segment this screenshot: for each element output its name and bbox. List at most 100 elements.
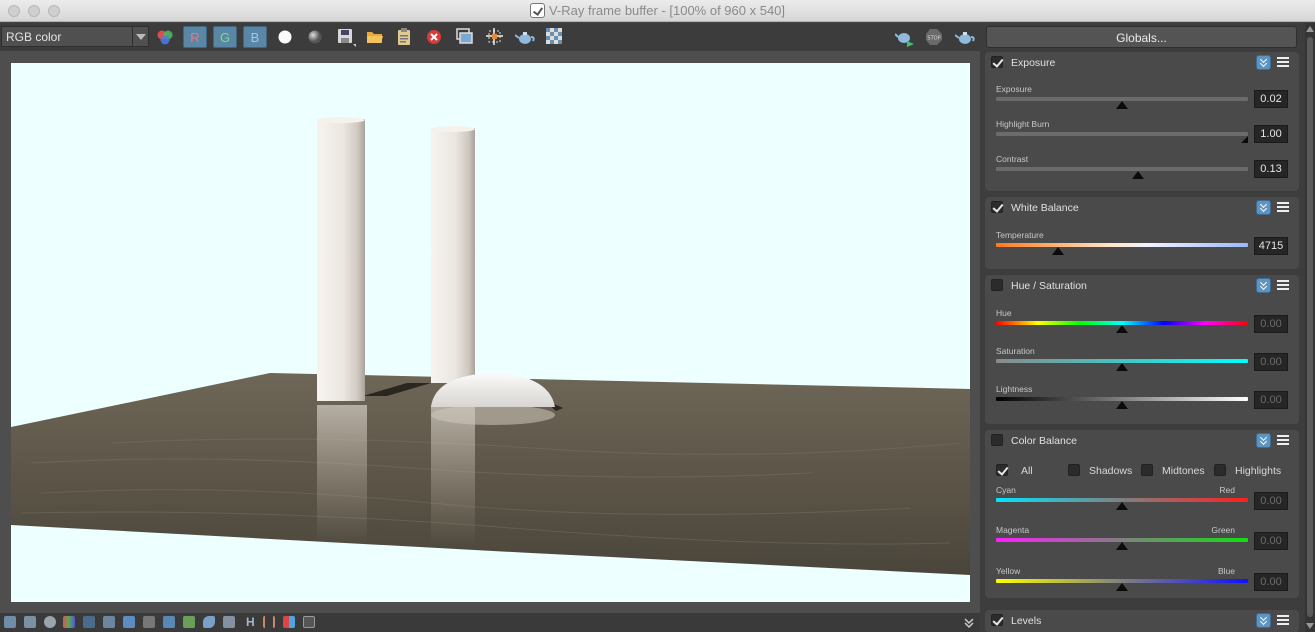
saturation-slider-thumb[interactable]	[1116, 363, 1128, 371]
yellow-blue-slider-thumb[interactable]	[1116, 583, 1128, 591]
hue-label[interactable]: H	[246, 615, 255, 629]
color-balance-header: Color Balance	[985, 430, 1299, 452]
temperature-slider-thumb[interactable]	[1052, 247, 1064, 255]
exposure-value[interactable]: 0.02	[1254, 90, 1288, 108]
highlight-burn-value[interactable]: 1.00	[1254, 125, 1288, 143]
hue-saturation-header: Hue / Saturation	[985, 275, 1299, 297]
save-icon[interactable]	[337, 28, 357, 48]
contrast-value[interactable]: 0.13	[1254, 160, 1288, 178]
lut-icon[interactable]	[223, 616, 235, 628]
compare-icon[interactable]	[263, 616, 275, 628]
cyan-red-value[interactable]: 0.00	[1254, 492, 1288, 510]
collapse-icon[interactable]	[1256, 278, 1271, 293]
clipboard-icon[interactable]	[396, 28, 412, 46]
cyan-red-slider-thumb[interactable]	[1116, 502, 1128, 510]
stop-icon[interactable]: STOP	[925, 28, 943, 46]
white-balance-enable-checkbox[interactable]	[991, 201, 1003, 213]
panel-scrollbar[interactable]	[1305, 23, 1315, 632]
color-balance-section: Color Balance All Shadows Midtones Highl…	[985, 430, 1299, 598]
contrast-label: Contrast	[996, 154, 1029, 164]
green-label: Green	[1211, 525, 1235, 535]
exposure-enable-checkbox[interactable]	[991, 56, 1003, 68]
all-option-checkbox[interactable]	[996, 464, 1008, 476]
saturation-label: Saturation	[996, 346, 1035, 356]
checker-icon[interactable]	[546, 28, 564, 46]
history-icon[interactable]	[4, 616, 16, 628]
menu-icon[interactable]	[1277, 615, 1289, 625]
lightness-slider-thumb[interactable]	[1116, 401, 1128, 409]
hsl-icon[interactable]	[83, 616, 95, 628]
render-image[interactable]	[11, 63, 970, 602]
levels-icon[interactable]	[103, 616, 115, 628]
scroll-down-icon[interactable]	[1306, 623, 1314, 629]
save-history-icon[interactable]	[24, 616, 36, 628]
contrast-slider-thumb[interactable]	[1132, 171, 1144, 179]
globals-button[interactable]: Globals...	[986, 26, 1297, 48]
duplicate-icon[interactable]	[456, 28, 474, 46]
color-correction-icon[interactable]	[156, 29, 174, 47]
green-channel-button[interactable]: G	[213, 26, 237, 48]
menu-icon[interactable]	[1277, 202, 1289, 212]
exposure-icon[interactable]	[163, 616, 175, 628]
color-balance-enable-checkbox[interactable]	[991, 434, 1003, 446]
info-icon[interactable]	[44, 616, 56, 628]
contrast-slider[interactable]	[996, 167, 1248, 171]
collapse-icon[interactable]	[1256, 55, 1271, 70]
all-option-label: All	[1021, 465, 1033, 477]
temperature-slider[interactable]	[996, 243, 1248, 247]
highlight-burn-slider-thumb[interactable]	[1241, 136, 1248, 143]
red-channel-button[interactable]: R	[183, 26, 207, 48]
curves-icon[interactable]	[203, 616, 215, 628]
levels-enable-checkbox[interactable]	[991, 614, 1003, 626]
highlights-option-label: Highlights	[1235, 465, 1282, 477]
title-bar: V-Ray frame buffer - [100% of 960 x 540]	[0, 0, 1315, 22]
expand-icon[interactable]	[963, 617, 975, 629]
region-icon[interactable]	[486, 28, 504, 46]
channel-select[interactable]: RGB color	[1, 26, 149, 47]
blue-channel-button[interactable]: B	[243, 26, 267, 48]
highlights-option-checkbox[interactable]	[1214, 464, 1226, 476]
hue-slider-thumb[interactable]	[1116, 325, 1128, 333]
window-title: V-Ray frame buffer - [100% of 960 x 540]	[548, 3, 786, 18]
color-corrections-icon[interactable]	[63, 616, 75, 628]
menu-icon[interactable]	[1277, 435, 1289, 445]
temperature-value[interactable]: 4715	[1254, 237, 1288, 255]
shadows-option-checkbox[interactable]	[1068, 464, 1080, 476]
collapse-icon[interactable]	[1256, 433, 1271, 448]
exposure-slider-thumb[interactable]	[1116, 101, 1128, 109]
hue-saturation-enable-checkbox[interactable]	[991, 279, 1003, 291]
open-folder-icon[interactable]	[366, 29, 384, 45]
collapse-icon[interactable]	[1256, 200, 1271, 215]
white-dot-icon[interactable]	[277, 29, 293, 45]
menu-icon[interactable]	[1277, 57, 1289, 67]
scrollbar-thumb[interactable]	[1307, 37, 1313, 617]
lines-icon[interactable]	[143, 616, 155, 628]
red-label: Red	[1219, 485, 1235, 495]
cyan-label: Cyan	[996, 485, 1016, 495]
clear-icon[interactable]	[426, 29, 444, 47]
lightness-value[interactable]: 0.00	[1254, 391, 1288, 409]
hue-label: Hue	[996, 308, 1012, 318]
magenta-green-value[interactable]: 0.00	[1254, 532, 1288, 550]
shadows-option-label: Shadows	[1089, 465, 1133, 477]
rendered-scene	[11, 117, 970, 575]
collapse-icon[interactable]	[1256, 613, 1271, 628]
settings-icon[interactable]	[303, 616, 315, 628]
highlight-burn-slider[interactable]	[996, 132, 1248, 136]
menu-icon[interactable]	[1277, 280, 1289, 290]
background-icon[interactable]	[183, 616, 195, 628]
midtones-option-checkbox[interactable]	[1141, 464, 1153, 476]
gray-dot-icon[interactable]	[307, 29, 323, 45]
ab-compare-icon[interactable]	[283, 616, 295, 628]
scroll-up-icon[interactable]	[1306, 26, 1314, 32]
curve-icon[interactable]	[123, 616, 135, 628]
hue-value[interactable]: 0.00	[1254, 315, 1288, 333]
yellow-blue-value[interactable]: 0.00	[1254, 573, 1288, 591]
white-balance-header: White Balance	[985, 197, 1299, 219]
chevron-down-icon[interactable]	[132, 27, 148, 46]
render-icon[interactable]	[955, 28, 975, 46]
saturation-value[interactable]: 0.00	[1254, 353, 1288, 371]
render-teapot-icon[interactable]	[515, 28, 535, 46]
magenta-green-slider-thumb[interactable]	[1116, 542, 1128, 550]
render-interactive-icon[interactable]	[895, 28, 915, 48]
